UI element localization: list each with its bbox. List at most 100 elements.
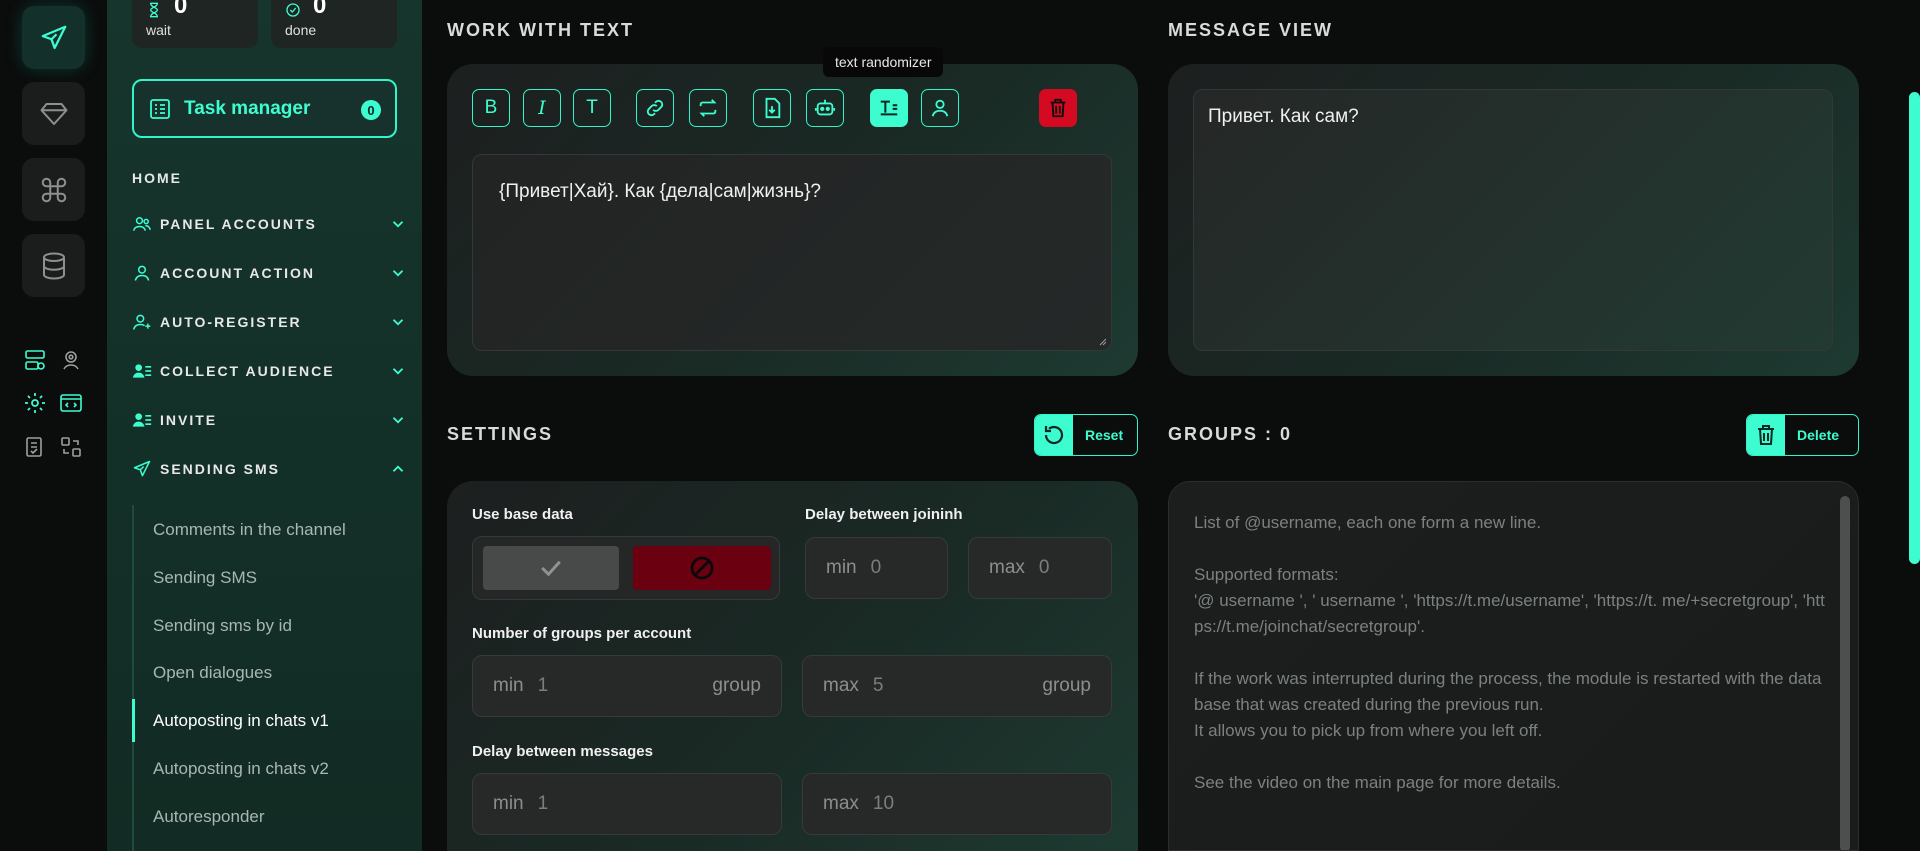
delay-joining-max-input[interactable]: max 0 bbox=[968, 537, 1112, 599]
hourglass-icon bbox=[149, 2, 159, 18]
groups-per-account-min-unit: group bbox=[712, 675, 761, 696]
groups-per-account-min-label: min bbox=[493, 675, 524, 696]
file-download-icon bbox=[765, 97, 781, 119]
delay-messages-min-input[interactable]: min 1 bbox=[472, 773, 782, 835]
groups-title: GROUPS : 0 bbox=[1168, 424, 1293, 444]
chevron-down-icon bbox=[392, 417, 404, 424]
clear-text-button[interactable] bbox=[1039, 89, 1077, 127]
code-window-icon[interactable] bbox=[58, 390, 84, 416]
text-randomizer-tooltip: text randomizer bbox=[823, 47, 944, 77]
delay-messages-max-input[interactable]: max 10 bbox=[802, 773, 1112, 835]
submenu-active-indicator bbox=[132, 699, 135, 742]
text-style-button[interactable]: T bbox=[573, 89, 611, 127]
nav-collect-audience[interactable]: COLLECT AUDIENCE bbox=[132, 359, 407, 383]
robot-icon bbox=[814, 99, 836, 116]
groups-per-account-max-input[interactable]: max 5 group bbox=[802, 655, 1112, 717]
trash-icon bbox=[1050, 98, 1066, 118]
send-icon bbox=[133, 460, 151, 477]
groups-scrollbar[interactable] bbox=[1840, 496, 1850, 850]
message-text-input[interactable]: {Привет|Хай}. Как {дела|сам|жизнь}? bbox=[472, 154, 1112, 351]
use-base-data-no[interactable] bbox=[633, 546, 771, 590]
message-view-title: MESSAGE VIEW bbox=[1168, 20, 1334, 40]
user-icon bbox=[931, 99, 949, 117]
task-manager-button[interactable]: Task manager 0 bbox=[132, 79, 397, 138]
trash-icon bbox=[1758, 425, 1774, 445]
submenu-sending-sms-by-id[interactable]: Sending sms by id bbox=[153, 616, 292, 636]
nav-sending-sms[interactable]: SENDING SMS bbox=[132, 457, 407, 481]
user-list-icon bbox=[132, 364, 152, 378]
stat-done: 0 done bbox=[271, 0, 397, 48]
submenu-sending-sms[interactable]: Sending SMS bbox=[153, 568, 257, 588]
repeat-icon bbox=[699, 99, 717, 117]
nav-home[interactable]: HOME bbox=[132, 170, 182, 186]
bold-button[interactable]: B bbox=[472, 89, 510, 127]
checklist-icon[interactable] bbox=[22, 434, 48, 460]
stat-wait-label: wait bbox=[146, 22, 171, 38]
use-base-data-toggle bbox=[472, 536, 780, 600]
user-list-icon bbox=[132, 413, 152, 427]
italic-button[interactable]: I bbox=[523, 89, 561, 127]
repeat-button[interactable] bbox=[689, 89, 727, 127]
text-randomizer-icon bbox=[880, 100, 898, 116]
contact-button[interactable] bbox=[921, 89, 959, 127]
delay-messages-max-label: max bbox=[823, 793, 859, 814]
submenu-autoposting-v2[interactable]: Autoposting in chats v2 bbox=[153, 759, 329, 779]
chevron-down-icon bbox=[392, 368, 404, 375]
chevron-down-icon bbox=[392, 270, 404, 277]
resize-handle-icon[interactable] bbox=[1097, 336, 1107, 346]
swap-icon[interactable] bbox=[58, 434, 84, 460]
nav-panel-accounts[interactable]: PANEL ACCOUNTS bbox=[132, 212, 407, 236]
groups-per-account-min-input[interactable]: min 1 group bbox=[472, 655, 782, 717]
gear-icon[interactable] bbox=[22, 390, 48, 416]
delay-joining-min-value: 0 bbox=[870, 557, 882, 578]
user-pin-icon[interactable] bbox=[58, 347, 84, 373]
icon-rail bbox=[0, 0, 107, 851]
submenu-line bbox=[132, 505, 134, 851]
bot-button[interactable] bbox=[806, 89, 844, 127]
submenu-comments-in-channel[interactable]: Comments in the channel bbox=[153, 520, 346, 540]
users-icon bbox=[132, 217, 152, 231]
groups-per-account-max-label: max bbox=[823, 675, 859, 696]
link-button[interactable] bbox=[636, 89, 674, 127]
delay-joining-label: Delay between joininh bbox=[805, 506, 963, 523]
submenu-open-dialogues[interactable]: Open dialogues bbox=[153, 663, 272, 683]
submenu-autoresponder[interactable]: Autoresponder bbox=[153, 807, 265, 827]
submenu-autoposting-v1[interactable]: Autoposting in chats v1 bbox=[153, 711, 329, 731]
page-scrollbar[interactable] bbox=[1909, 92, 1920, 564]
text-randomizer-button[interactable] bbox=[870, 89, 908, 127]
task-manager-icon bbox=[150, 98, 170, 119]
reset-button[interactable]: Reset bbox=[1034, 414, 1138, 456]
chevron-up-icon bbox=[392, 465, 404, 472]
groups-per-account-label: Number of groups per account bbox=[472, 625, 692, 642]
delete-groups-button[interactable]: Delete bbox=[1746, 414, 1859, 456]
use-base-data-yes[interactable] bbox=[483, 546, 619, 590]
groups-placeholder: List of @username, each one form a new l… bbox=[1194, 513, 1825, 792]
delay-joining-min-label: min bbox=[826, 557, 857, 578]
stat-done-value: 0 bbox=[313, 0, 327, 19]
delay-joining-max-value: 0 bbox=[1038, 557, 1050, 578]
settings-title: SETTINGS bbox=[447, 424, 554, 444]
delay-joining-min-input[interactable]: min 0 bbox=[805, 537, 948, 599]
check-icon bbox=[541, 560, 561, 577]
server-icon[interactable] bbox=[22, 347, 48, 373]
message-preview-text: Привет. Как сам? bbox=[1208, 106, 1359, 127]
work-with-text-title: WORK WITH TEXT bbox=[447, 20, 634, 40]
nav-auto-register[interactable]: AUTO-REGISTER bbox=[132, 310, 407, 334]
stat-wait: 0 wait bbox=[132, 0, 258, 48]
command-icon[interactable] bbox=[22, 158, 85, 221]
nav-invite[interactable]: INVITE bbox=[132, 408, 407, 432]
task-manager-label: Task manager bbox=[184, 97, 311, 119]
use-base-data-label: Use base data bbox=[472, 506, 573, 523]
reset-label: Reset bbox=[1085, 427, 1124, 443]
nav-account-action[interactable]: ACCOUNT ACTION bbox=[132, 261, 407, 285]
send-icon[interactable] bbox=[22, 6, 85, 69]
link-icon bbox=[646, 99, 664, 117]
database-icon[interactable] bbox=[22, 234, 85, 297]
groups-input[interactable]: List of @username, each one form a new l… bbox=[1168, 481, 1859, 851]
chevron-down-icon bbox=[392, 319, 404, 326]
reset-icon bbox=[1044, 425, 1064, 445]
ban-icon bbox=[690, 556, 714, 580]
diamond-icon[interactable] bbox=[22, 82, 85, 145]
import-button[interactable] bbox=[753, 89, 791, 127]
delay-messages-min-value: 1 bbox=[537, 793, 549, 814]
